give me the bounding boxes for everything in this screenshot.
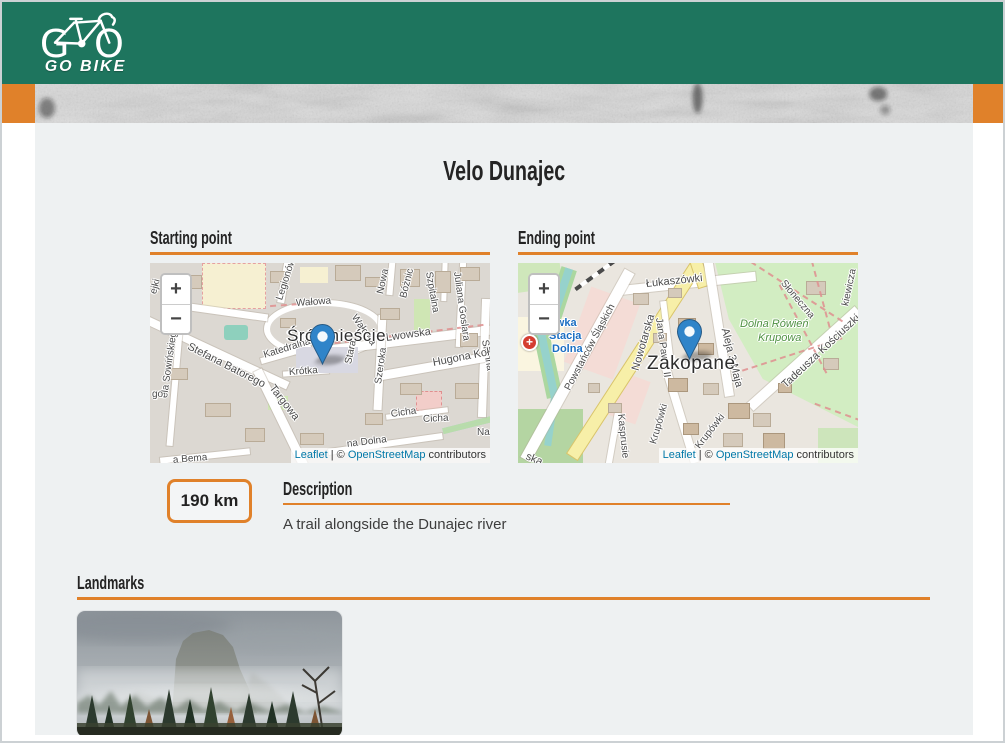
openstreetmap-link[interactable]: OpenStreetMap <box>348 449 426 461</box>
place-label: Śródmieście <box>287 326 386 346</box>
starting-point-map[interactable]: Wałowa Wałowa Legionów Nowa Bóżnic Szpit… <box>150 263 490 463</box>
attribution-separator: | © <box>696 449 716 461</box>
page-title: Velo Dunajec <box>443 155 565 187</box>
leaflet-link[interactable]: Leaflet <box>295 449 328 461</box>
map-marker-icon <box>677 319 702 360</box>
street-label: Legionów <box>275 263 298 302</box>
description-heading: Description <box>283 479 352 500</box>
zoom-in-button[interactable]: + <box>530 275 558 304</box>
map-building <box>608 403 622 413</box>
zoom-in-button[interactable]: + <box>162 275 190 304</box>
leaflet-link[interactable]: Leaflet <box>663 449 696 461</box>
map-building <box>763 433 785 449</box>
map-attribution: Leaflet | © OpenStreetMap contributors <box>291 448 490 463</box>
section-underline <box>518 252 858 255</box>
street-label: Krótka <box>289 366 319 378</box>
street-label: Cicha <box>390 406 417 419</box>
map-building <box>728 403 750 419</box>
maps-row: Starting point <box>35 228 973 463</box>
zoom-out-button[interactable]: − <box>530 304 558 333</box>
map-building <box>668 378 688 392</box>
app-header: GO GO BIKE <box>2 2 1003 84</box>
description-text: A trail alongside the Dunajec river <box>283 516 730 533</box>
openstreetmap-link[interactable]: OpenStreetMap <box>716 449 794 461</box>
gobike-logo[interactable]: GO GO BIKE <box>38 11 133 76</box>
park-label: Krupowa <box>758 333 801 344</box>
map-building <box>633 293 649 305</box>
main-content: Velo Dunajec Starting point <box>35 123 973 735</box>
map-area <box>202 263 266 309</box>
map-building <box>300 433 324 445</box>
section-underline <box>150 252 490 255</box>
landmarks-section: Landmarks <box>77 573 930 735</box>
street-label: a Bema <box>173 453 208 463</box>
map-building <box>703 383 719 395</box>
street-label: Nadb <box>477 428 490 438</box>
description-section: Description A trail alongside the Dunaje… <box>283 479 730 533</box>
map-attribution: Leaflet | © OpenStreetMap contributors <box>659 448 858 463</box>
map-building <box>455 383 479 399</box>
map-building <box>588 383 600 393</box>
street-label: Cicha <box>423 414 449 425</box>
zoom-control: + − <box>528 273 560 335</box>
map-building <box>365 413 383 425</box>
map-building <box>683 423 699 435</box>
map-building <box>245 428 265 442</box>
first-aid-icon: + <box>521 334 538 351</box>
zoom-out-button[interactable]: − <box>162 304 190 333</box>
bike-logo-icon: GO <box>38 11 133 61</box>
ending-point-heading: Ending point <box>518 228 595 249</box>
map-area <box>300 267 328 283</box>
map-building <box>400 383 422 395</box>
station-label: Dolna <box>552 344 583 355</box>
attribution-separator: | © <box>328 449 348 461</box>
section-underline <box>283 503 730 505</box>
banner-accent-left <box>2 84 35 123</box>
map-area <box>224 325 248 340</box>
map-building <box>753 413 771 427</box>
landmarks-heading: Landmarks <box>77 573 144 594</box>
map-building <box>435 271 451 293</box>
map-marker-icon <box>310 324 335 365</box>
starting-point-heading: Starting point <box>150 228 232 249</box>
banner-accent-right <box>973 84 1003 123</box>
attribution-suffix: contributors <box>425 449 486 461</box>
ending-point-section: Ending point <box>518 228 858 463</box>
map-building <box>668 288 682 298</box>
ending-point-map[interactable]: Łukaszówki Nowotarska Powstańców Śląskic… <box>518 263 858 463</box>
park-label: Dolna Rówień <box>740 319 808 330</box>
section-underline <box>77 597 930 600</box>
starting-point-section: Starting point <box>150 228 490 463</box>
details-row: 190 km Description A trail alongside the… <box>35 479 973 533</box>
distance-badge: 190 km <box>167 479 252 523</box>
banner <box>2 84 1003 123</box>
street-label: go <box>152 390 163 400</box>
attribution-suffix: contributors <box>793 449 854 461</box>
map-building <box>723 433 743 447</box>
banner-texture <box>35 84 973 123</box>
brand-text: GO BIKE <box>45 58 127 76</box>
landmark-photo <box>77 611 342 735</box>
zoom-control: + − <box>160 273 192 335</box>
page: GO GO BIKE <box>0 0 1005 743</box>
map-building <box>335 265 361 281</box>
map-building <box>380 308 400 320</box>
map-building <box>205 403 231 417</box>
street-label: Krupówki <box>649 403 670 445</box>
